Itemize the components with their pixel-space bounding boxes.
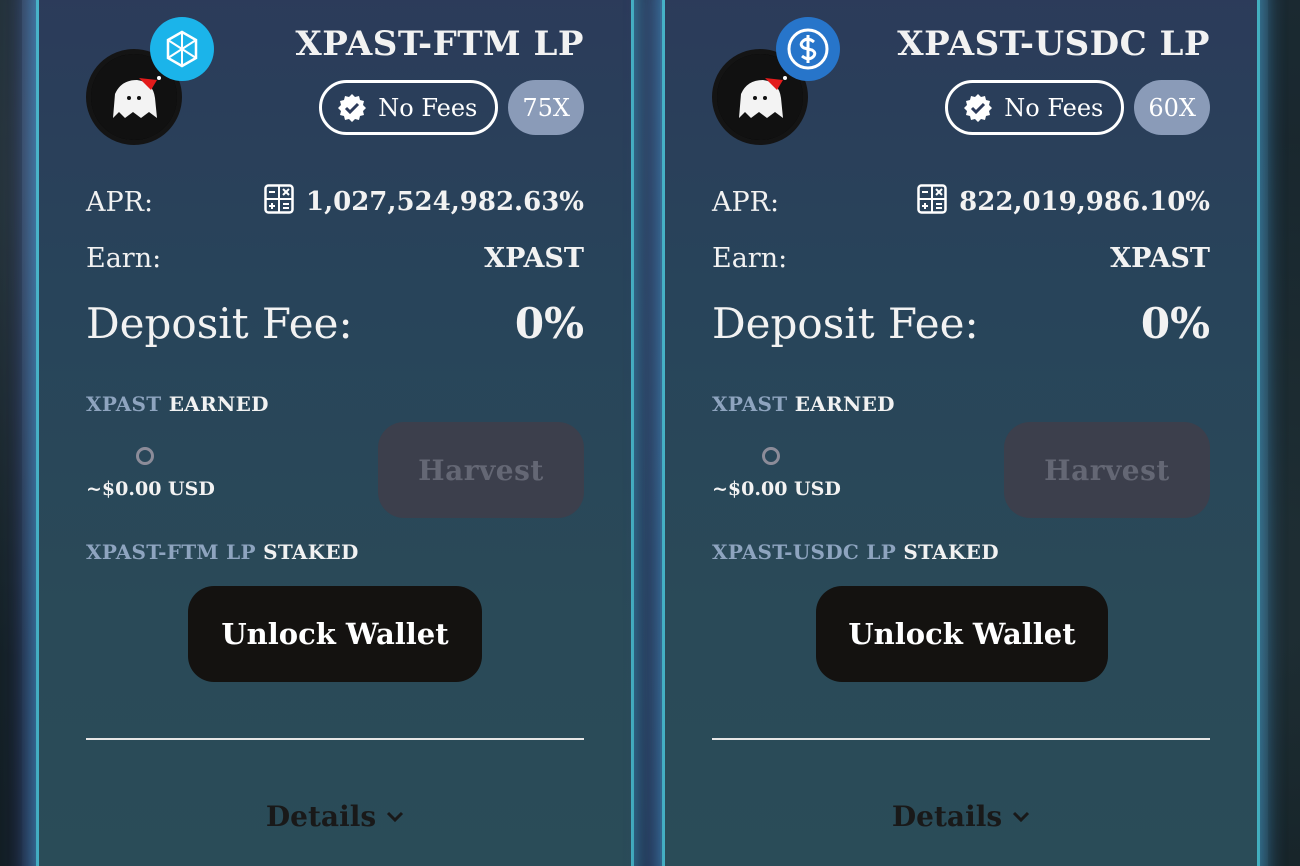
verified-check-icon: [338, 93, 367, 122]
divider: [712, 738, 1210, 740]
earned-label: XPAST EARNED: [712, 392, 895, 416]
earn-value: XPAST: [1110, 242, 1210, 274]
earn-label: Earn:: [86, 242, 162, 274]
earned-token: XPAST: [712, 392, 788, 416]
deposit-fee-value: 0%: [1140, 298, 1210, 348]
earned-suffix: EARNED: [168, 392, 269, 416]
chevron-down-icon: [387, 811, 404, 822]
no-fees-label: No Fees: [1004, 93, 1104, 122]
earned-token: XPAST: [86, 392, 162, 416]
harvest-button[interactable]: Harvest: [378, 422, 584, 518]
deposit-fee-value: 0%: [514, 298, 584, 348]
details-label: Details: [891, 800, 1003, 833]
unlock-wallet-button[interactable]: Unlock Wallet: [816, 586, 1108, 682]
no-fees-label: No Fees: [378, 93, 478, 122]
calculator-icon[interactable]: [917, 183, 947, 221]
farm-title: XPAST-FTM LP: [295, 24, 584, 64]
apr-value: 1,027,524,982.63%: [305, 187, 584, 217]
multiplier-badge: 60X: [1134, 80, 1210, 135]
deposit-fee-row: Deposit Fee: 0%: [712, 296, 1210, 350]
farm-badges: No Fees 75X: [319, 80, 584, 135]
earned-suffix: EARNED: [794, 392, 895, 416]
staked-token: XPAST-USDC LP: [712, 540, 897, 564]
calculator-icon[interactable]: [264, 183, 294, 221]
earn-label: Earn:: [712, 242, 788, 274]
no-fees-badge: No Fees: [319, 80, 499, 135]
unlock-wallet-button[interactable]: Unlock Wallet: [188, 586, 482, 682]
details-toggle[interactable]: Details: [665, 800, 1257, 833]
background-tree: [634, 0, 660, 866]
apr-label: APR:: [712, 186, 780, 218]
details-label: Details: [265, 800, 377, 833]
background-tree: [0, 0, 22, 866]
staked-suffix: STAKED: [903, 540, 999, 564]
earned-usd: ~$0.00 USD: [712, 478, 841, 500]
apr-row: APR: 1,027,524,982.63%: [86, 183, 584, 221]
divider: [86, 738, 584, 740]
farm-title: XPAST-USDC LP: [897, 24, 1210, 64]
staked-suffix: STAKED: [263, 540, 359, 564]
apr-value-group: 822,019,986.10%: [917, 183, 1210, 221]
farm-badges: No Fees 60X: [945, 80, 1210, 135]
earned-label: XPAST EARNED: [86, 392, 269, 416]
deposit-fee-label: Deposit Fee:: [86, 298, 353, 348]
earn-row: Earn: XPAST: [86, 240, 584, 276]
fantom-icon: [150, 17, 214, 81]
no-fees-badge: No Fees: [945, 80, 1125, 135]
harvest-button[interactable]: Harvest: [1004, 422, 1210, 518]
staked-label: XPAST-FTM LP STAKED: [86, 540, 359, 564]
earned-usd: ~$0.00 USD: [86, 478, 215, 500]
earn-value: XPAST: [484, 242, 584, 274]
apr-label: APR:: [86, 186, 154, 218]
deposit-fee-row: Deposit Fee: 0%: [86, 296, 584, 350]
usdc-icon: [776, 17, 840, 81]
farm-card-xpast-usdc: XPAST-USDC LP No Fees 60X APR: 822,019,9…: [665, 0, 1257, 866]
deposit-fee-label: Deposit Fee:: [712, 298, 979, 348]
apr-row: APR: 822,019,986.10%: [712, 183, 1210, 221]
background-tree: [1268, 0, 1300, 866]
earn-row: Earn: XPAST: [712, 240, 1210, 276]
loading-spinner-icon: [762, 447, 780, 465]
verified-check-icon: [964, 93, 993, 122]
farm-card-xpast-ftm: XPAST-FTM LP No Fees 75X APR: 1,027,524,…: [39, 0, 631, 866]
details-toggle[interactable]: Details: [39, 800, 631, 833]
staked-token: XPAST-FTM LP: [86, 540, 256, 564]
multiplier-badge: 75X: [508, 80, 584, 135]
staked-label: XPAST-USDC LP STAKED: [712, 540, 999, 564]
apr-value: 822,019,986.10%: [959, 187, 1210, 217]
chevron-down-icon: [1013, 811, 1030, 822]
apr-value-group: 1,027,524,982.63%: [264, 183, 584, 221]
loading-spinner-icon: [136, 447, 154, 465]
